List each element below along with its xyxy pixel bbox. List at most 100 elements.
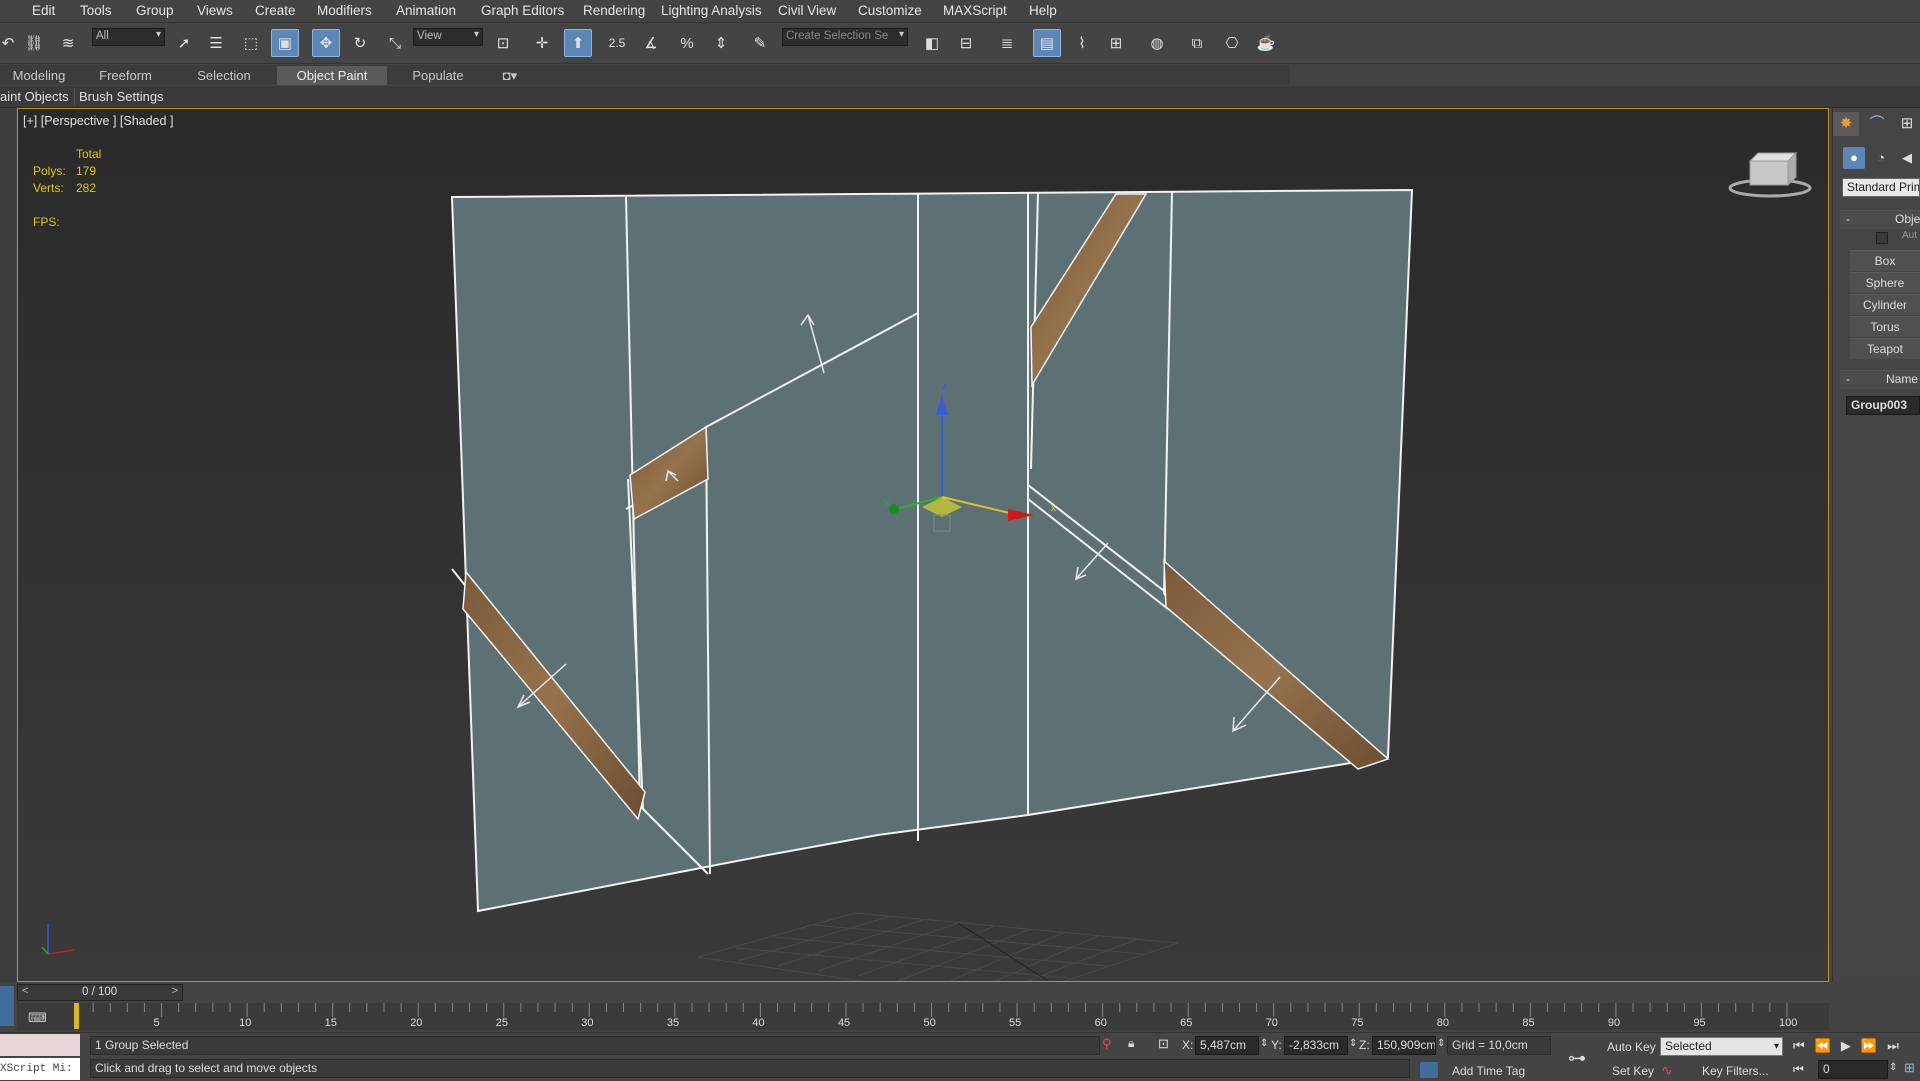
selection-lock-icon[interactable]: 🔒︎ [1128, 1036, 1144, 1054]
auto-key-button[interactable]: Auto Key [1607, 1040, 1656, 1054]
y-spinner-icon[interactable]: ⇕ [1349, 1038, 1357, 1049]
menu-graph-editors[interactable]: Graph Editors [481, 3, 564, 18]
layer-explorer-icon[interactable]: ≣ [993, 29, 1021, 57]
keyboard-shortcut-override-icon[interactable]: ⬆ [564, 29, 592, 57]
current-frame-input[interactable]: 0 [1818, 1060, 1888, 1079]
z-coordinate-input[interactable]: 150,909cm [1372, 1036, 1436, 1055]
key-filters-button[interactable]: Key Filters... [1702, 1064, 1769, 1078]
ribbon-options-icon[interactable]: ◘▾ [494, 66, 526, 85]
manipulate-icon[interactable]: ✛ [528, 29, 556, 57]
menu-lighting-analysis[interactable]: Lighting Analysis [661, 3, 762, 18]
mirror-icon[interactable]: ◧ [918, 29, 946, 57]
menu-customize[interactable]: Customize [858, 3, 922, 18]
select-object-icon[interactable]: ➚ [170, 29, 198, 57]
menu-edit[interactable]: Edit [32, 3, 55, 18]
menu-tools[interactable]: Tools [80, 3, 112, 18]
object-type-rollout[interactable]: - Obje [1840, 210, 1920, 229]
frame-spinner-icon[interactable]: ⇕ [1889, 1062, 1897, 1073]
y-coordinate-input[interactable]: -2,833cm [1284, 1036, 1348, 1055]
set-key-button[interactable]: Set Key [1612, 1064, 1654, 1078]
time-slider[interactable]: < 0 / 100 > [17, 984, 183, 1001]
teapot-button[interactable]: Teapot [1850, 338, 1920, 359]
select-by-name-icon[interactable]: ☰ [202, 29, 230, 57]
selection-filter-dropdown[interactable]: All ▾ [92, 28, 165, 46]
torus-button[interactable]: Torus [1850, 316, 1920, 337]
select-move-icon[interactable]: ✥ [312, 29, 340, 57]
menu-rendering[interactable]: Rendering [583, 3, 645, 18]
render-setup-icon[interactable]: ⧉ [1183, 29, 1211, 57]
hierarchy-tab-icon[interactable]: ⊞ [1894, 112, 1920, 136]
tab-selection[interactable]: Selection [185, 66, 263, 85]
paint-objects-panel[interactable]: aint Objects [0, 88, 73, 105]
undo-icon[interactable]: ↶ [0, 29, 22, 57]
trackbar-toggle-icon[interactable] [0, 986, 14, 1026]
object-name-input[interactable]: Group003 [1846, 396, 1920, 415]
box-button[interactable]: Box [1850, 250, 1920, 271]
set-key-icon[interactable]: ⊶ [1568, 1048, 1594, 1068]
window-crossing-icon[interactable]: ▣ [271, 29, 299, 57]
ribbon-panel-bar: aint Objects Brush Settings [0, 86, 1920, 108]
viewport-label[interactable]: [+] [Perspective ] [Shaded ] [23, 114, 173, 128]
playback-controls[interactable]: ⏮⏪▶⏩⏭ [1793, 1038, 1920, 1056]
time-tag-icon[interactable] [1420, 1062, 1438, 1078]
x-coordinate-input[interactable]: 5,487cm [1195, 1036, 1259, 1055]
key-mode-dropdown[interactable]: Selected ▾ [1660, 1037, 1783, 1056]
track-bar[interactable]: 5 10 15 20 25 30 35 40 45 50 55 60 65 70 75 80 85 90 95 100 [17, 1003, 1829, 1030]
cylinder-button[interactable]: Cylinder [1850, 294, 1920, 315]
menu-create[interactable]: Create [255, 3, 296, 18]
menu-civil-view[interactable]: Civil View [778, 3, 836, 18]
maxscript-mini-input[interactable]: XScript Mi: [0, 1058, 80, 1080]
tab-modeling[interactable]: Modeling [0, 66, 78, 85]
link-icon[interactable]: ⛓ [20, 29, 48, 57]
isolate-selection-icon[interactable]: ⚲ [1102, 1036, 1118, 1054]
reference-coord-dropdown[interactable]: View ▾ [413, 28, 483, 46]
autogrid-checkbox[interactable] [1876, 232, 1888, 244]
percent-snap-icon[interactable]: % [673, 29, 701, 57]
sphere-button[interactable]: Sphere [1850, 272, 1920, 293]
tab-populate[interactable]: Populate [397, 66, 479, 85]
spinner-snap-icon[interactable]: ⇕ [707, 29, 735, 57]
absolute-mode-icon[interactable]: ⊡ [1158, 1036, 1174, 1054]
add-time-tag-button[interactable]: Add Time Tag [1452, 1064, 1525, 1078]
time-config-icon[interactable]: ⊞ [1904, 1060, 1920, 1078]
menu-help[interactable]: Help [1029, 3, 1057, 18]
menu-views[interactable]: Views [197, 3, 233, 18]
tab-freeform[interactable]: Freeform [88, 66, 163, 85]
menu-modifiers[interactable]: Modifiers [317, 3, 372, 18]
select-rotate-icon[interactable]: ↻ [346, 29, 374, 57]
category-dropdown[interactable]: Standard Primi [1842, 178, 1920, 197]
shapes-icon[interactable]: ◔ [1870, 147, 1892, 169]
render-production-icon[interactable]: ☕ [1252, 29, 1280, 57]
select-scale-icon[interactable]: ⤡ [381, 29, 409, 57]
maxscript-listener[interactable] [0, 1034, 80, 1056]
align-icon[interactable]: ⊟ [952, 29, 980, 57]
name-color-rollout[interactable]: - Name [1840, 370, 1920, 389]
key-tangent-icon[interactable]: ∿ [1661, 1062, 1679, 1078]
create-tab-icon[interactable]: ✸ [1833, 112, 1859, 136]
named-selection-set-dropdown[interactable]: Create Selection Se ▾ [782, 28, 908, 46]
snaps-toggle-icon[interactable]: 2.5 [603, 29, 631, 57]
edit-named-selection-icon[interactable]: ✎ [746, 29, 774, 57]
x-spinner-icon[interactable]: ⇕ [1260, 1038, 1268, 1049]
geometry-icon[interactable]: ● [1843, 147, 1865, 169]
material-editor-icon[interactable]: ◍ [1143, 29, 1171, 57]
modify-tab-icon[interactable]: ⌒ [1864, 112, 1890, 136]
rect-selection-icon[interactable]: ⬚ [237, 29, 265, 57]
mini-curve-editor-icon[interactable]: ⌨ [28, 1010, 50, 1028]
rendered-frame-window-icon[interactable]: ⎔ [1218, 29, 1246, 57]
angle-snap-icon[interactable]: ∡ [637, 29, 665, 57]
toggle-scene-explorer-icon[interactable]: ▤ [1033, 29, 1061, 57]
lights-icon[interactable]: ◀ [1896, 147, 1918, 169]
brush-settings-panel[interactable]: Brush Settings [74, 88, 168, 105]
pivot-center-icon[interactable]: ⊡ [489, 29, 517, 57]
schematic-view-icon[interactable]: ⊞ [1102, 29, 1130, 57]
tab-object-paint[interactable]: Object Paint [277, 66, 387, 85]
z-spinner-icon[interactable]: ⇕ [1437, 1038, 1445, 1049]
menu-group[interactable]: Group [136, 3, 174, 18]
perspective-viewport[interactable]: z y x [17, 108, 1829, 982]
menu-animation[interactable]: Animation [396, 3, 456, 18]
menu-maxscript[interactable]: MAXScript [943, 3, 1007, 18]
bind-spacewarp-icon[interactable]: ≋ [54, 29, 82, 57]
curve-editor-icon[interactable]: ⌇ [1068, 29, 1096, 57]
go-to-start-icon[interactable]: ⏮ [1793, 1062, 1811, 1078]
